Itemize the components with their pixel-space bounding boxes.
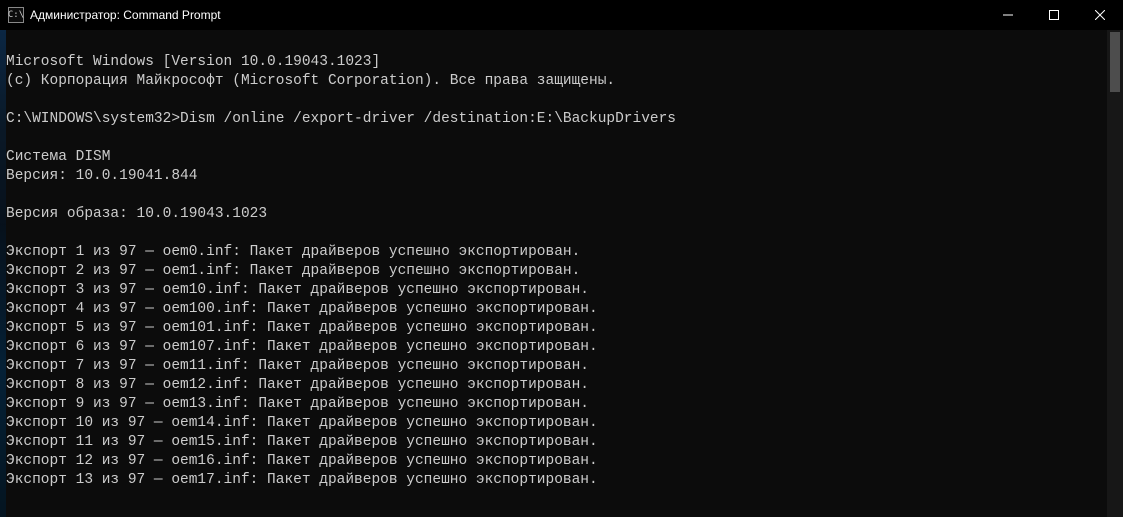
window-titlebar[interactable]: C:\ Администратор: Command Prompt: [0, 0, 1123, 30]
export-line: Экспорт 7 из 97 — oem11.inf: Пакет драйв…: [6, 358, 589, 374]
console-command: Dism /online /export-driver /destination…: [180, 111, 676, 127]
export-line: Экспорт 2 из 97 — oem1.inf: Пакет драйве…: [6, 263, 580, 279]
minimize-button[interactable]: [985, 0, 1031, 30]
image-version-line: Версия образа: 10.0.19043.1023: [6, 206, 267, 222]
export-line: Экспорт 13 из 97 — oem17.inf: Пакет драй…: [6, 472, 598, 488]
console-prompt: C:\WINDOWS\system32>: [6, 111, 180, 127]
export-line: Экспорт 6 из 97 — oem107.inf: Пакет драй…: [6, 339, 598, 355]
export-line: Экспорт 11 из 97 — oem15.inf: Пакет драй…: [6, 434, 598, 450]
export-line: Экспорт 4 из 97 — oem100.inf: Пакет драй…: [6, 301, 598, 317]
export-line: Экспорт 12 из 97 — oem16.inf: Пакет драй…: [6, 453, 598, 469]
scrollbar-thumb[interactable]: [1110, 32, 1120, 92]
dism-system-line: Система DISM: [6, 149, 110, 165]
console-header-1: Microsoft Windows [Version 10.0.19043.10…: [6, 54, 380, 70]
console-header-2: (c) Корпорация Майкрософт (Microsoft Cor…: [6, 73, 615, 89]
export-line: Экспорт 10 из 97 — oem14.inf: Пакет драй…: [6, 415, 598, 431]
cmd-icon: C:\: [8, 7, 24, 23]
export-line: Экспорт 8 из 97 — oem12.inf: Пакет драйв…: [6, 377, 589, 393]
window-title: Администратор: Command Prompt: [30, 8, 985, 22]
export-line: Экспорт 1 из 97 — oem0.inf: Пакет драйве…: [6, 244, 580, 260]
export-line: Экспорт 5 из 97 — oem101.inf: Пакет драй…: [6, 320, 598, 336]
vertical-scrollbar[interactable]: [1107, 30, 1123, 517]
maximize-button[interactable]: [1031, 0, 1077, 30]
window-controls: [985, 0, 1123, 30]
export-line: Экспорт 9 из 97 — oem13.inf: Пакет драйв…: [6, 396, 589, 412]
console-output[interactable]: Microsoft Windows [Version 10.0.19043.10…: [0, 30, 1123, 517]
dism-version-line: Версия: 10.0.19041.844: [6, 168, 197, 184]
export-line: Экспорт 3 из 97 — oem10.inf: Пакет драйв…: [6, 282, 589, 298]
close-button[interactable]: [1077, 0, 1123, 30]
